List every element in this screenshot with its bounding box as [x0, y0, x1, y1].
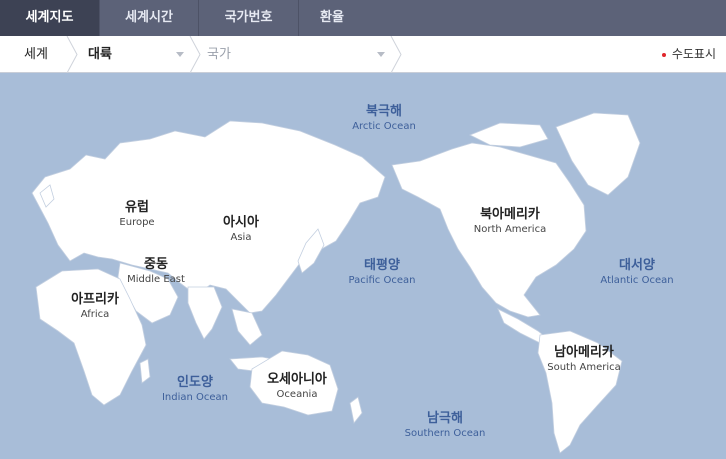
madagascar-island	[139, 358, 151, 384]
top-tab-bar: 세계지도 세계시간 국가번호 환율	[0, 0, 726, 36]
arctic-islands	[469, 122, 549, 148]
capital-toggle-label: 수도표시	[671, 47, 716, 61]
india-landmass	[187, 286, 223, 340]
capital-toggle[interactable]: 수도표시	[661, 36, 716, 73]
ocean-label-atlantic[interactable]: 대서양 Atlantic Ocean	[600, 258, 673, 286]
continent-label-south-america[interactable]: 남아메리카 South America	[547, 345, 621, 373]
breadcrumb-separator-icon	[189, 36, 201, 73]
southeast-asia-landmass	[231, 308, 263, 346]
continent-label-north-america[interactable]: 북아메리카 North America	[474, 207, 546, 235]
tab-world-time[interactable]: 세계시간	[100, 0, 199, 36]
ocean-label-arctic[interactable]: 북극해 Arctic Ocean	[352, 104, 416, 132]
ocean-label-pacific[interactable]: 태평양 Pacific Ocean	[349, 258, 416, 286]
tab-country-code[interactable]: 국가번호	[199, 0, 299, 36]
chevron-down-icon[interactable]	[377, 52, 385, 57]
continent-label-asia[interactable]: 아시아 Asia	[223, 215, 259, 243]
ocean-label-southern[interactable]: 남극해 Southern Ocean	[405, 411, 486, 439]
continent-label-middle-east[interactable]: 중동 Middle East	[127, 257, 185, 285]
breadcrumb-separator-icon	[390, 36, 402, 73]
tab-exchange-rate[interactable]: 환율	[299, 0, 365, 36]
continent-label-europe[interactable]: 유럽 Europe	[119, 200, 154, 228]
breadcrumb-separator-icon	[66, 36, 78, 73]
breadcrumb: 세계 대륙 국가 수도표시	[0, 36, 726, 73]
continent-label-oceania[interactable]: 오세아니아 Oceania	[267, 372, 327, 400]
continent-select[interactable]: 대륙	[88, 36, 112, 73]
breadcrumb-world[interactable]: 세계	[24, 36, 48, 73]
chevron-down-icon[interactable]	[176, 52, 184, 57]
capital-dot-icon	[661, 52, 666, 57]
country-select[interactable]: 국가	[207, 36, 231, 73]
continent-label-africa[interactable]: 아프리카 Africa	[71, 292, 119, 320]
world-map[interactable]: 북극해 Arctic Ocean 태평양 Pacific Ocean 대서양 A…	[0, 73, 726, 459]
new-zealand-islands	[349, 396, 363, 424]
tab-world-map[interactable]: 세계지도	[0, 0, 100, 36]
ocean-label-indian[interactable]: 인도양 Indian Ocean	[162, 375, 228, 403]
